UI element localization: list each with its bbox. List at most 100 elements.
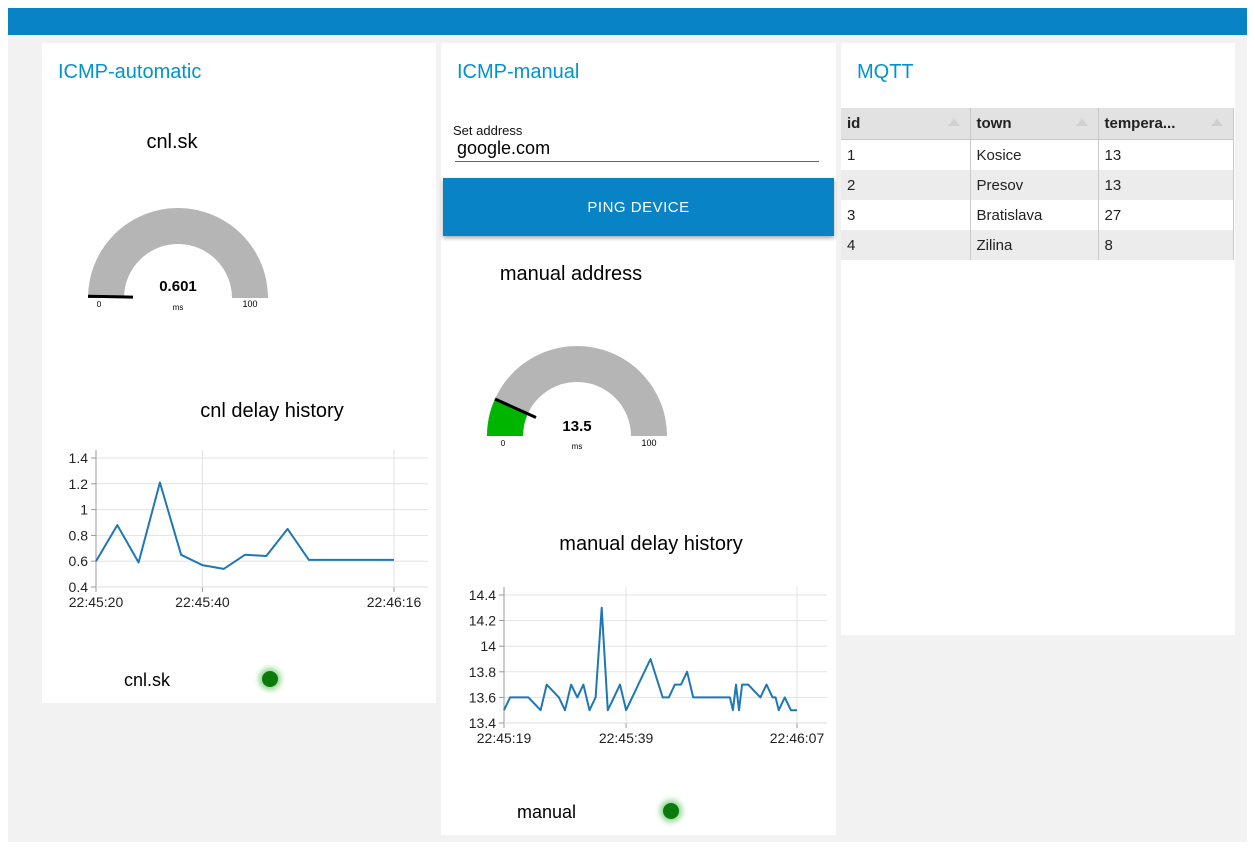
- card-title: ICMP-automatic: [58, 61, 202, 83]
- table-row[interactable]: 2 Presov 13: [841, 170, 1234, 200]
- y-tick-label: 1.4: [69, 450, 89, 466]
- data-point: [509, 696, 511, 698]
- y-tick-label: 14.2: [469, 613, 496, 629]
- gauge-value: 0.601: [159, 278, 197, 295]
- gauge-label: cnl.sk: [146, 131, 198, 153]
- data-point: [350, 559, 352, 561]
- data-point: [662, 696, 664, 698]
- y-tick-label: 14.4: [469, 587, 496, 603]
- y-tick-label: 0.8: [69, 527, 89, 543]
- chart-title: manual delay history: [559, 533, 743, 555]
- data-point: [601, 607, 603, 609]
- data-point: [503, 709, 505, 711]
- table-cell-town: Presov: [970, 170, 1099, 200]
- data-point: [308, 559, 310, 561]
- data-point: [576, 696, 578, 698]
- data-point: [692, 696, 694, 698]
- column-header-temperature[interactable]: tempera...: [1098, 108, 1234, 140]
- data-point: [95, 560, 97, 562]
- data-point: [766, 684, 768, 686]
- data-point: [223, 568, 225, 570]
- data-point: [778, 709, 780, 711]
- data-point: [558, 696, 560, 698]
- data-point: [287, 528, 289, 530]
- data-point: [680, 684, 682, 686]
- column-header-label: id: [847, 115, 861, 132]
- card-icmp-automatic: ICMP-automatic cnl.sk 0.601 ms 0 100 cnl…: [42, 43, 436, 703]
- gauge-unit: ms: [572, 442, 583, 451]
- y-tick-label: 1.2: [69, 476, 89, 492]
- data-point: [668, 696, 670, 698]
- data-point: [698, 696, 700, 698]
- data-point: [717, 696, 719, 698]
- data-point: [619, 684, 621, 686]
- status-led: [262, 671, 278, 687]
- table-cell-town: Bratislava: [970, 200, 1099, 230]
- data-point: [180, 554, 182, 556]
- status-led: [663, 803, 679, 819]
- column-header-town[interactable]: town: [970, 108, 1099, 140]
- data-point: [613, 696, 615, 698]
- address-input[interactable]: [455, 135, 819, 162]
- data-point: [650, 658, 652, 660]
- data-point: [393, 559, 395, 561]
- data-point: [201, 564, 203, 566]
- data-point: [515, 696, 517, 698]
- table-cell-temperature: 27: [1098, 200, 1234, 230]
- column-header-id[interactable]: id: [841, 108, 971, 140]
- card-icmp-manual: ICMP-manual Set address PING DEVICE manu…: [441, 43, 836, 835]
- y-tick-label: 0.6: [69, 553, 89, 569]
- gauge-manual: 13.5 ms 0 100: [487, 346, 667, 451]
- x-tick-label: 22:46:07: [770, 730, 825, 746]
- y-tick-label: 13.8: [469, 664, 496, 680]
- table-cell-town: Zilina: [970, 230, 1099, 260]
- data-point: [265, 555, 267, 557]
- table-row[interactable]: 4 Zilina 8: [841, 230, 1234, 260]
- data-point: [674, 684, 676, 686]
- table-cell-id: 4: [841, 230, 971, 260]
- table-row[interactable]: 1 Kosice 13: [841, 139, 1234, 170]
- sort-arrow-icon: [1210, 119, 1223, 126]
- chart-title: cnl delay history: [200, 400, 344, 422]
- y-tick-label: 14: [480, 638, 496, 654]
- gauge-unit: ms: [173, 303, 184, 312]
- x-tick-label: 22:45:40: [175, 594, 230, 610]
- y-tick-label: 0.4: [69, 579, 89, 595]
- table-row[interactable]: 3 Bratislava 27: [841, 200, 1234, 230]
- column-header-label: tempera...: [1104, 115, 1176, 132]
- top-bar: [8, 8, 1247, 35]
- data-point: [784, 696, 786, 698]
- data-point: [796, 709, 798, 711]
- mqtt-table: id town tempera... 1 Kosice 13 2 Presov …: [841, 108, 1234, 260]
- y-tick-label: 13.4: [469, 715, 496, 731]
- table-cell-town: Kosice: [970, 139, 1099, 170]
- data-point: [138, 562, 140, 564]
- gauge-max: 100: [242, 299, 257, 309]
- data-point: [735, 684, 737, 686]
- x-tick-label: 22:45:39: [599, 730, 654, 746]
- gauge-needle: [87, 294, 134, 299]
- gauge-value: 13.5: [562, 418, 591, 435]
- data-point: [540, 709, 542, 711]
- data-point: [732, 709, 734, 711]
- gauge-auto: 0.601 ms 0 100: [87, 208, 268, 312]
- data-point: [329, 559, 331, 561]
- data-point: [723, 696, 725, 698]
- column-header-label: town: [976, 115, 1012, 132]
- data-point: [738, 709, 740, 711]
- table-header-row: id town tempera...: [841, 108, 1234, 140]
- table-cell-id: 3: [841, 200, 971, 230]
- sort-arrow-icon: [1075, 119, 1088, 126]
- table-cell-temperature: 13: [1098, 170, 1234, 200]
- data-point: [747, 684, 749, 686]
- data-point: [686, 671, 688, 673]
- series-line: [95, 481, 394, 570]
- table-cell-temperature: 13: [1098, 139, 1234, 170]
- data-point: [729, 696, 731, 698]
- data-point: [116, 524, 118, 526]
- data-point: [595, 696, 597, 698]
- data-point: [159, 482, 161, 484]
- led-label: cnl.sk: [124, 670, 171, 690]
- data-point: [625, 709, 627, 711]
- ping-device-button[interactable]: PING DEVICE: [443, 178, 834, 236]
